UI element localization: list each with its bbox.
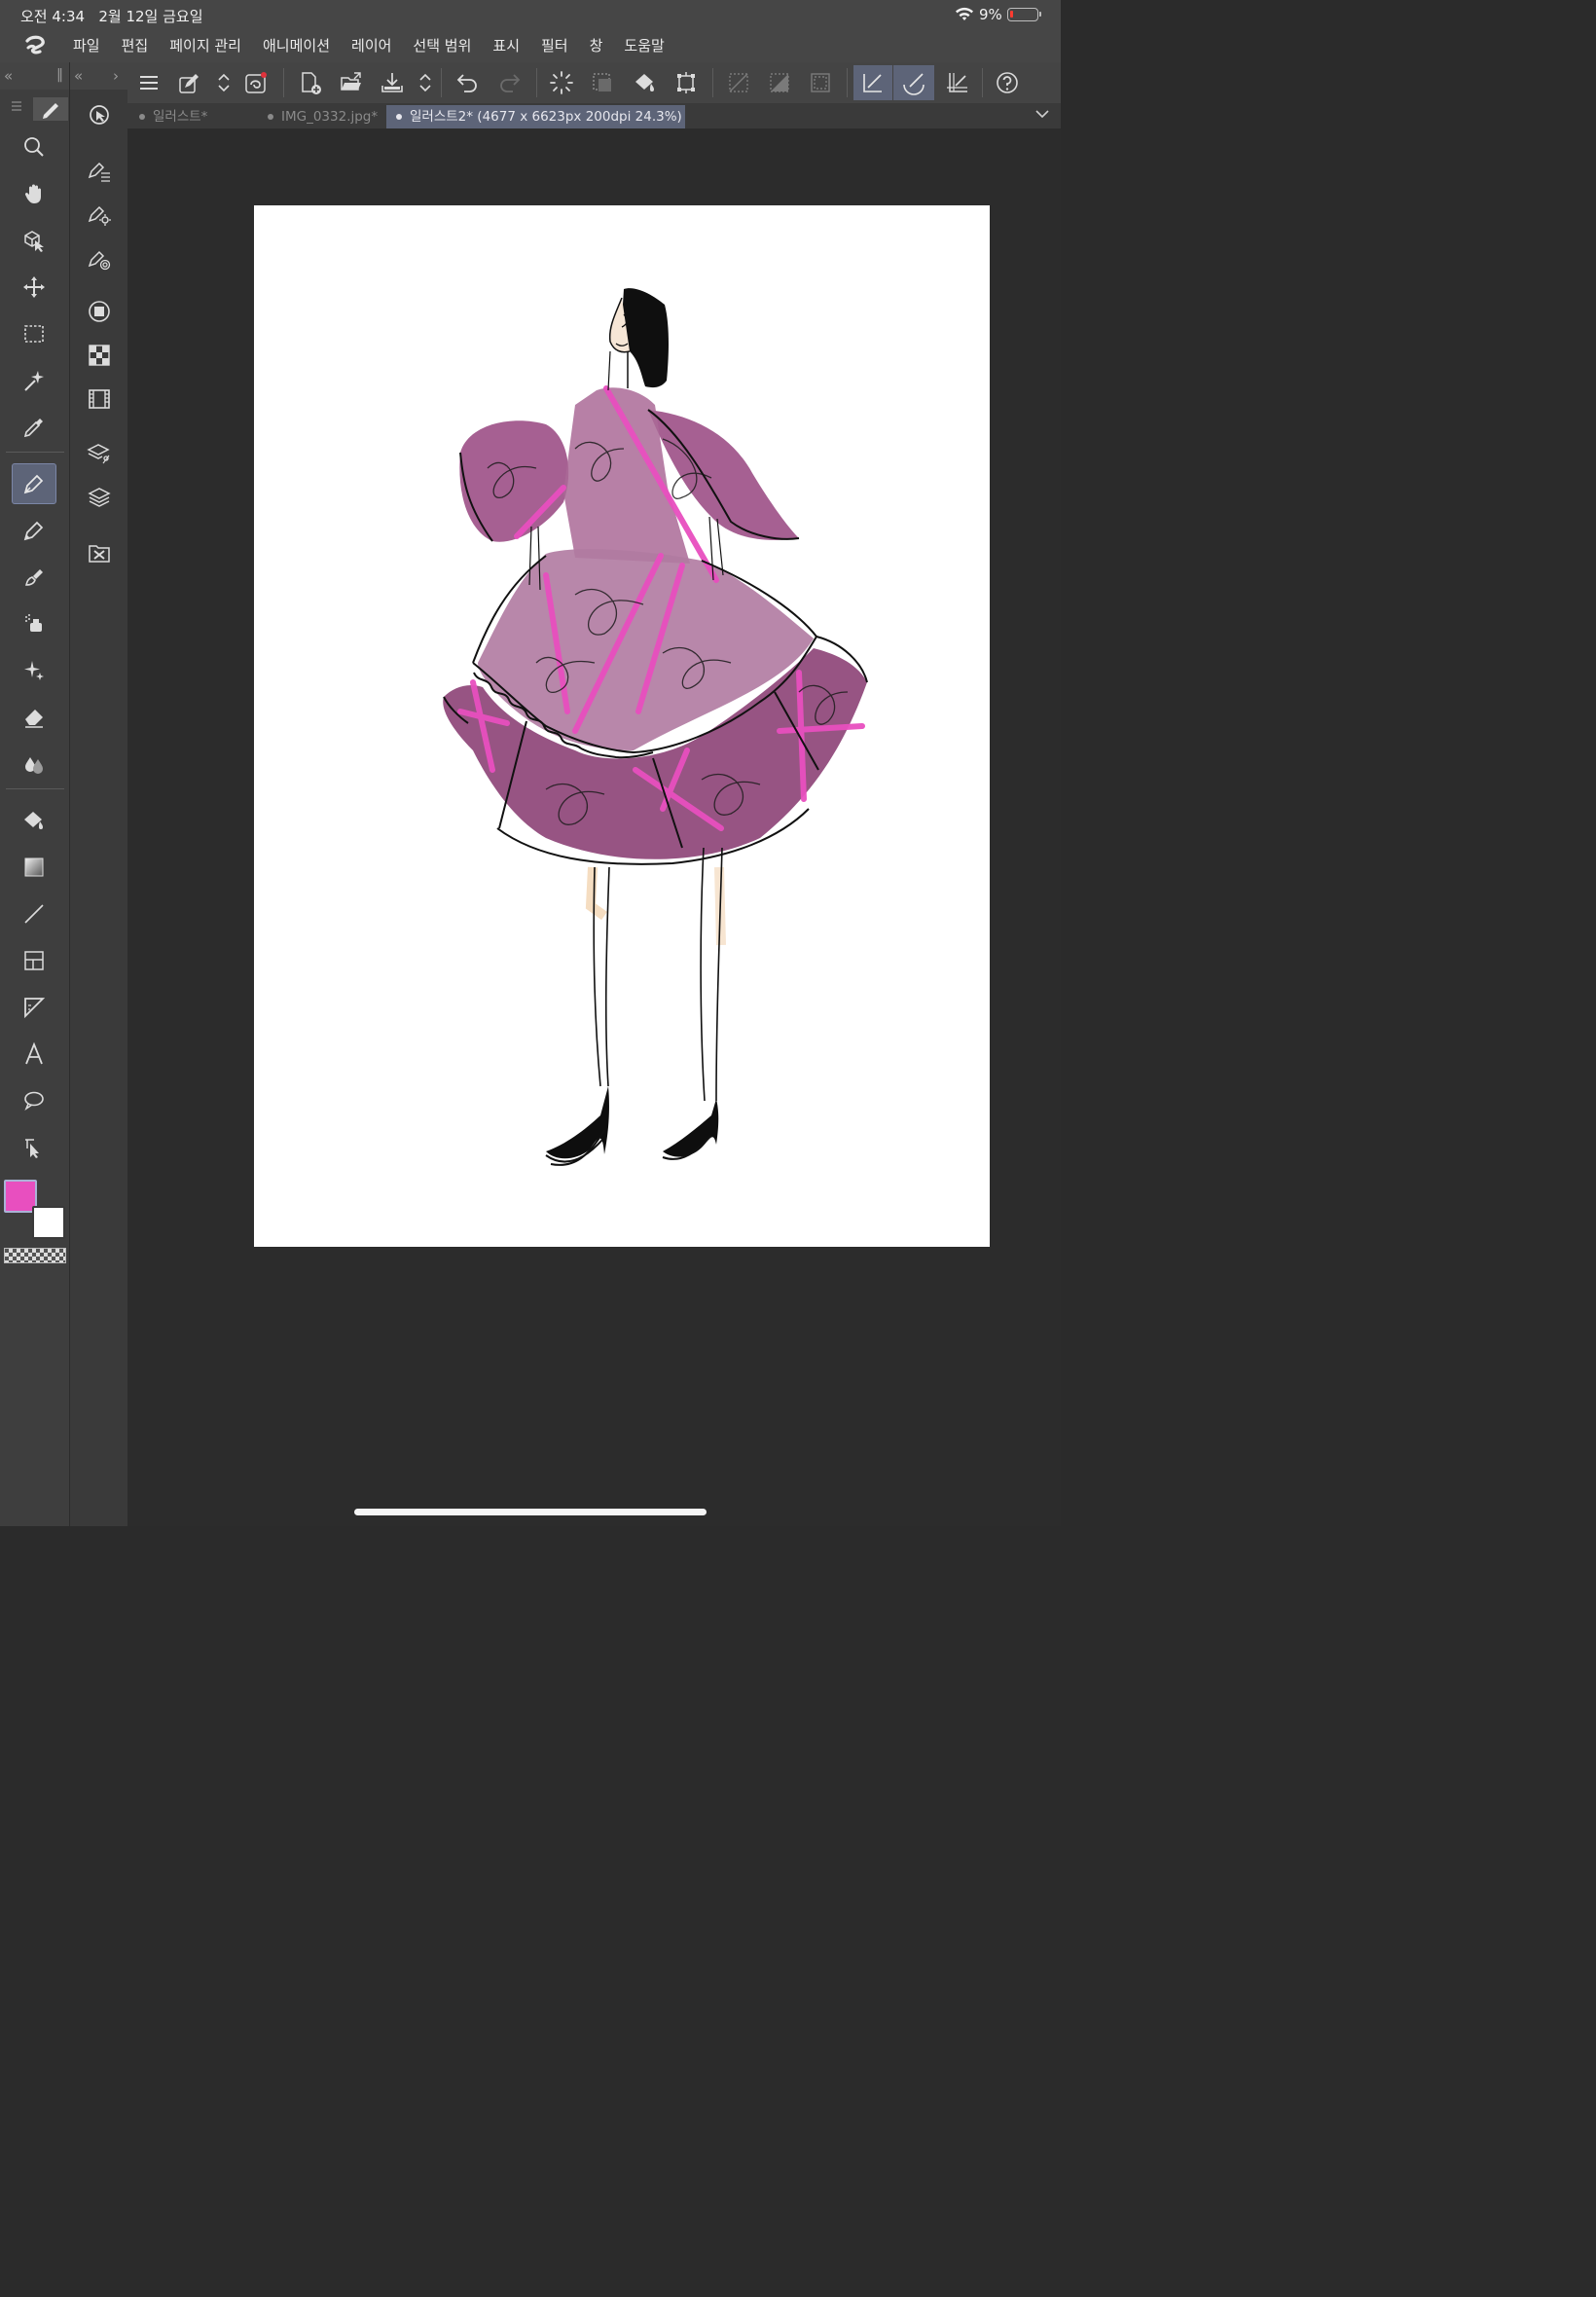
layer-icon[interactable] xyxy=(82,480,117,515)
menu-selection[interactable]: 선택 범위 xyxy=(402,29,482,62)
status-time: 오전 4:34 2월 12일 금요일 xyxy=(20,8,203,25)
brush-tab[interactable] xyxy=(33,97,68,121)
pen-tool-icon[interactable] xyxy=(12,463,56,504)
menu-layer[interactable]: 레이어 xyxy=(341,29,402,62)
tool-panel: « ‖ xyxy=(0,62,69,1526)
more-commands-icon[interactable] xyxy=(417,65,434,100)
new-canvas-icon[interactable] xyxy=(293,65,328,100)
color-set-icon[interactable] xyxy=(82,338,117,373)
gradient-tool-icon[interactable] xyxy=(12,847,56,888)
sub-color-swatch[interactable] xyxy=(32,1206,65,1239)
brush-shape-icon[interactable] xyxy=(82,241,117,276)
clear-selection-icon[interactable] xyxy=(544,65,579,100)
save-icon[interactable] xyxy=(375,65,410,100)
hide-selection-icon[interactable] xyxy=(721,65,756,100)
deselect-icon[interactable] xyxy=(585,65,620,100)
battery-icon xyxy=(1007,8,1041,21)
redo-icon[interactable] xyxy=(491,65,526,100)
snap-grid-icon[interactable] xyxy=(939,65,974,100)
move-tool-icon[interactable] xyxy=(12,267,56,308)
snap-special-ruler-icon[interactable] xyxy=(893,65,934,100)
eraser-tool-icon[interactable] xyxy=(12,697,56,738)
command-bar xyxy=(127,62,1061,103)
menu-animation[interactable]: 애니메이션 xyxy=(252,29,341,62)
tool-property-icon[interactable] xyxy=(82,153,117,188)
transparent-color-swatch[interactable] xyxy=(4,1248,66,1263)
canvas-area[interactable] xyxy=(127,128,1061,1526)
balloon-tool-icon[interactable] xyxy=(12,1080,56,1121)
snap-ruler-icon[interactable] xyxy=(853,65,892,100)
marquee-tool-icon[interactable] xyxy=(12,313,56,354)
eyedropper-tool-icon[interactable] xyxy=(12,407,56,448)
settings-pen-icon[interactable] xyxy=(172,65,207,100)
menu-edit[interactable]: 편집 xyxy=(111,29,160,62)
clip-studio-logo-icon[interactable] xyxy=(21,35,49,58)
menu-window[interactable]: 창 xyxy=(579,29,614,62)
companion-mode-icon[interactable] xyxy=(238,65,273,100)
brush-size-icon[interactable] xyxy=(82,197,117,232)
document-tab-bar: 일러스트* IMG_0332.jpg* 일러스트2* (4677 x 6623p… xyxy=(127,103,1061,128)
airbrush-tool-icon[interactable] xyxy=(12,603,56,644)
tab-illust-2[interactable]: 일러스트2* (4677 x 6623px 200dpi 24.3%) xyxy=(386,105,685,128)
undo-icon[interactable] xyxy=(451,65,486,100)
fill-selection-icon[interactable] xyxy=(628,65,663,100)
selection-edge-icon[interactable] xyxy=(803,65,838,100)
tab-label: IMG_0332.jpg* xyxy=(281,109,379,125)
invert-selection-icon[interactable] xyxy=(762,65,797,100)
home-indicator[interactable] xyxy=(354,1509,707,1515)
hamburger-menu-icon[interactable] xyxy=(131,65,166,100)
object-select-tool-icon[interactable] xyxy=(12,220,56,261)
menu-filter[interactable]: 필터 xyxy=(530,29,579,62)
menu-items: 파일 편집 페이지 관리 애니메이션 레이어 선택 범위 표시 필터 창 도움말 xyxy=(62,29,675,62)
ruler-tool-icon[interactable] xyxy=(12,987,56,1028)
decoration-tool-icon[interactable] xyxy=(12,650,56,691)
battery-percentage: 9% xyxy=(979,6,1002,23)
tool-panel-header: « ‖ xyxy=(0,62,69,90)
canvas-paper[interactable] xyxy=(254,205,990,1247)
panel-grip-icon[interactable]: ‖ xyxy=(56,67,63,83)
figure-tool-icon[interactable] xyxy=(12,893,56,934)
color-circle-icon[interactable] xyxy=(82,294,117,329)
sub-panel-header: « › xyxy=(70,62,128,90)
pencil-tool-icon[interactable] xyxy=(12,510,56,551)
collapse-left-icon[interactable]: « xyxy=(4,67,13,85)
material-icon[interactable] xyxy=(82,535,117,570)
menu-bar: 파일 편집 페이지 관리 애니메이션 레이어 선택 범위 표시 필터 창 도움말 xyxy=(0,29,1061,62)
hand-tool-icon[interactable] xyxy=(12,173,56,214)
sub-panel-column: « › xyxy=(69,62,128,1526)
transform-icon[interactable] xyxy=(669,65,704,100)
brush-tool-icon[interactable] xyxy=(12,557,56,598)
open-folder-icon[interactable] xyxy=(334,65,369,100)
tab-illust-1[interactable]: 일러스트* xyxy=(129,105,254,128)
menu-view[interactable]: 표시 xyxy=(482,29,530,62)
blend-tool-icon[interactable] xyxy=(12,744,56,784)
wifi-icon xyxy=(956,7,973,20)
text-tool-icon[interactable] xyxy=(12,1034,56,1075)
animation-timeline-icon[interactable] xyxy=(82,382,117,417)
auto-select-tool-icon[interactable] xyxy=(12,360,56,401)
expand-panel-icon[interactable]: › xyxy=(113,67,119,85)
status-bar: 오전 4:34 2월 12일 금요일 9% xyxy=(0,0,1061,29)
tab-label: 일러스트2* (4677 x 6623px 200dpi 24.3%) xyxy=(410,109,682,125)
correct-line-tool-icon[interactable] xyxy=(12,1127,56,1168)
chevron-down-icon[interactable] xyxy=(1034,105,1051,123)
menu-file[interactable]: 파일 xyxy=(62,29,111,62)
panel-menu-icon[interactable] xyxy=(10,99,23,113)
sub-tool-panel-icon[interactable] xyxy=(82,97,117,132)
layer-property-icon[interactable] xyxy=(82,436,117,471)
zoom-tool-icon[interactable] xyxy=(12,127,56,167)
tab-label: 일러스트* xyxy=(153,109,208,125)
expand-collapse-icon[interactable] xyxy=(215,65,233,100)
fill-tool-icon[interactable] xyxy=(12,800,56,841)
collapse-panel-icon[interactable]: « xyxy=(74,67,83,85)
menu-help[interactable]: 도움말 xyxy=(613,29,674,62)
menu-page-management[interactable]: 페이지 관리 xyxy=(159,29,252,62)
frame-border-tool-icon[interactable] xyxy=(12,940,56,981)
tab-img-0332[interactable]: IMG_0332.jpg* xyxy=(258,105,384,128)
fashion-sketch-illustration xyxy=(443,288,868,1166)
help-icon[interactable] xyxy=(990,65,1025,100)
